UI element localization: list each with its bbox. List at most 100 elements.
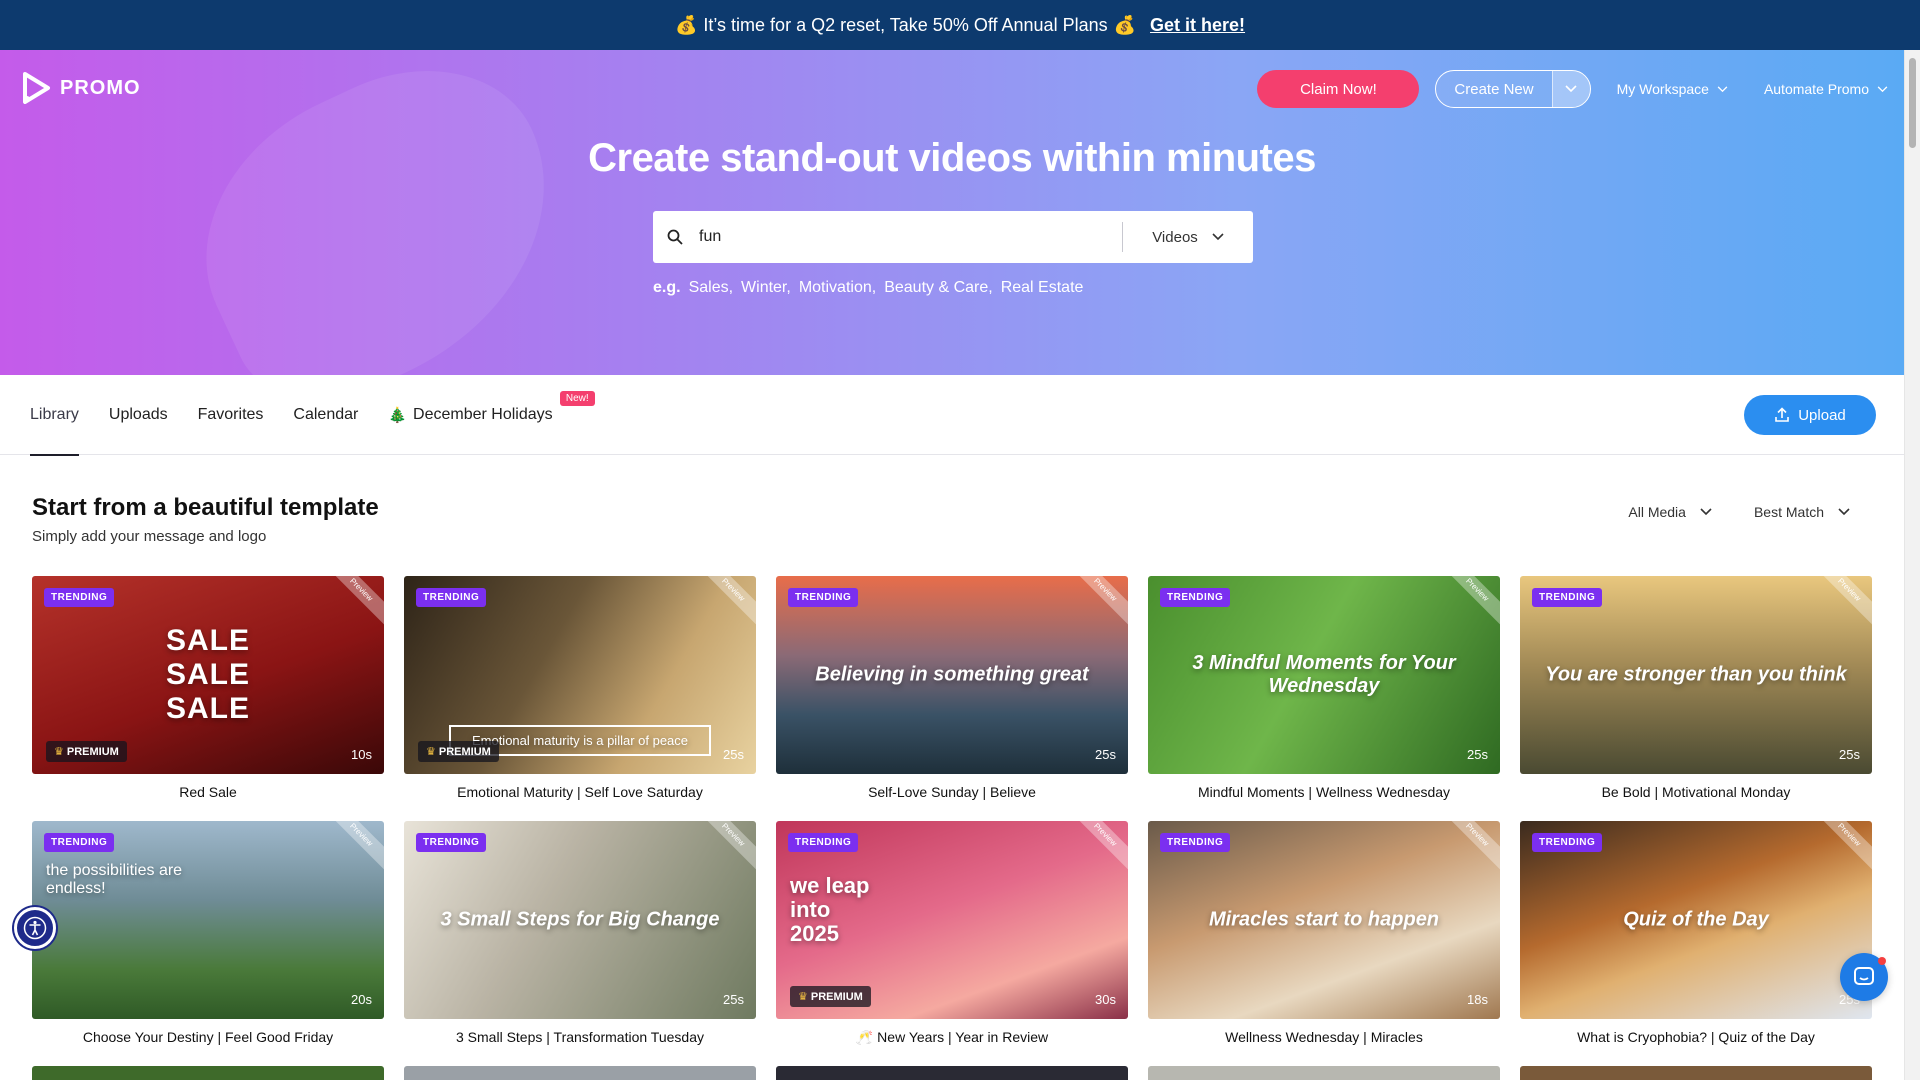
- example-link[interactable]: Beauty & Care,: [884, 279, 993, 297]
- next-row-peek: [32, 1066, 1872, 1080]
- tab-calendar[interactable]: Calendar: [293, 375, 358, 455]
- section-title: Start from a beautiful template: [32, 494, 379, 521]
- template-thumbnail[interactable]: TRENDING Preview the possibilities are e…: [32, 821, 384, 1019]
- preview-ribbon: Preview: [695, 576, 756, 628]
- template-title: Red Sale: [179, 784, 237, 800]
- template-card[interactable]: TRENDING Preview 3 Mindful Moments for Y…: [1148, 576, 1500, 821]
- my-workspace-menu[interactable]: My Workspace: [1607, 81, 1738, 97]
- example-link[interactable]: Motivation,: [799, 279, 876, 297]
- template-card[interactable]: TRENDING Preview the possibilities are e…: [32, 821, 384, 1066]
- template-thumbnail[interactable]: TRENDING Preview Believing in something …: [776, 576, 1128, 774]
- template-name[interactable]: Red Sale: [32, 784, 384, 800]
- preview-ribbon: Preview: [1439, 821, 1500, 873]
- template-name[interactable]: 🥂 New Years | Year in Review: [776, 1029, 1128, 1046]
- tab-favorites[interactable]: Favorites: [198, 375, 264, 455]
- template-card-peek[interactable]: [32, 1066, 384, 1080]
- preview-ribbon: Preview: [695, 821, 756, 873]
- template-card[interactable]: TRENDING Preview You are stronger than y…: [1520, 576, 1872, 821]
- trending-badge: TRENDING: [44, 833, 115, 852]
- tab-uploads[interactable]: Uploads: [109, 375, 168, 455]
- template-card-peek[interactable]: [1520, 1066, 1872, 1080]
- chat-button[interactable]: [1840, 953, 1888, 1001]
- trending-badge: TRENDING: [1532, 833, 1603, 852]
- trending-badge: TRENDING: [44, 588, 115, 607]
- thumbnail-overlay-text: 3 Small Steps for Big Change: [440, 908, 720, 931]
- template-card[interactable]: TRENDING Preview SALE SALE SALE ♛ PREMIUM…: [32, 576, 384, 821]
- template-name[interactable]: Self-Love Sunday | Believe: [776, 784, 1128, 800]
- template-thumbnail[interactable]: TRENDING Preview Miracles start to happe…: [1148, 821, 1500, 1019]
- crown-icon: ♛: [426, 746, 436, 758]
- search-bar: Videos: [653, 211, 1253, 263]
- scrollbar-thumb[interactable]: [1909, 58, 1916, 148]
- logo-text: PROMO: [60, 76, 141, 99]
- tab-label: Library: [30, 405, 79, 423]
- template-card[interactable]: TRENDING Preview Quiz of the Day 25s Wha…: [1520, 821, 1872, 1066]
- thumbnail-overlay-text: 3 Mindful Moments for Your Wednesday: [1192, 652, 1456, 697]
- template-card[interactable]: TRENDING Preview 3 Small Steps for Big C…: [404, 821, 756, 1066]
- template-name[interactable]: Wellness Wednesday | Miracles: [1148, 1029, 1500, 1045]
- example-link[interactable]: Sales,: [689, 279, 733, 297]
- example-link[interactable]: Real Estate: [1001, 279, 1084, 297]
- duration-label: 25s: [1467, 747, 1488, 762]
- template-thumbnail[interactable]: TRENDING Preview You are stronger than y…: [1520, 576, 1872, 774]
- tab-december-holidays[interactable]: 🎄 December Holidays New!: [388, 375, 595, 455]
- template-card[interactable]: TRENDING Preview we leap into 2025 ♛ PREM…: [776, 821, 1128, 1066]
- example-link[interactable]: Winter,: [741, 279, 791, 297]
- media-filter-dropdown[interactable]: All Media: [1628, 504, 1712, 520]
- template-name[interactable]: 3 Small Steps | Transformation Tuesday: [404, 1029, 756, 1045]
- template-card-peek[interactable]: [776, 1066, 1128, 1080]
- template-name[interactable]: Emotional Maturity | Self Love Saturday: [404, 784, 756, 800]
- examples-label: e.g.: [653, 279, 681, 296]
- thumbnail-overlay-text: Believing in something great: [815, 663, 1089, 686]
- template-name[interactable]: Mindful Moments | Wellness Wednesday: [1148, 784, 1500, 800]
- logo[interactable]: PROMO: [22, 72, 141, 104]
- template-title: What is Cryophobia? | Quiz of the Day: [1577, 1029, 1815, 1045]
- library-tabs: Library Uploads Favorites Calendar 🎄 Dec…: [0, 375, 1904, 456]
- trending-badge: TRENDING: [788, 833, 859, 852]
- thumbnail-overlay-text: You are stronger than you think: [1545, 663, 1847, 686]
- search-type-select[interactable]: Videos: [1123, 229, 1253, 246]
- media-filter-label: All Media: [1628, 504, 1686, 520]
- chevron-down-icon: [1700, 508, 1712, 516]
- automate-promo-menu[interactable]: Automate Promo: [1754, 81, 1898, 97]
- template-title: Mindful Moments | Wellness Wednesday: [1197, 784, 1451, 800]
- search-input[interactable]: [697, 228, 1122, 246]
- sort-dropdown[interactable]: Best Match: [1754, 504, 1850, 520]
- template-card[interactable]: TRENDING Preview Emotional maturity is a…: [404, 576, 756, 821]
- champagne-icon: 🥂: [855, 1029, 874, 1045]
- premium-label: PREMIUM: [66, 746, 119, 758]
- promo-message: It’s time for a Q2 reset, Take 50% Off A…: [703, 14, 1108, 35]
- template-name[interactable]: What is Cryophobia? | Quiz of the Day: [1520, 1029, 1872, 1045]
- template-card[interactable]: TRENDING Preview Believing in something …: [776, 576, 1128, 821]
- claim-now-button[interactable]: Claim Now!: [1257, 70, 1420, 108]
- chevron-down-icon: [1838, 508, 1850, 516]
- template-thumbnail[interactable]: TRENDING Preview 3 Mindful Moments for Y…: [1148, 576, 1500, 774]
- hero: PROMO Claim Now! Create New My Workspace…: [0, 50, 1904, 375]
- template-card[interactable]: TRENDING Preview Miracles start to happe…: [1148, 821, 1500, 1066]
- accessibility-button[interactable]: [14, 907, 56, 949]
- duration-label: 30s: [1095, 992, 1116, 1007]
- promo-cta-link[interactable]: Get it here!: [1150, 15, 1245, 36]
- template-thumbnail[interactable]: TRENDING Preview Emotional maturity is a…: [404, 576, 756, 774]
- template-thumbnail[interactable]: TRENDING Preview Quiz of the Day 25s: [1520, 821, 1872, 1019]
- page-scrollbar[interactable]: [1904, 50, 1920, 1080]
- template-name[interactable]: Choose Your Destiny | Feel Good Friday: [32, 1029, 384, 1045]
- tab-library[interactable]: Library: [30, 375, 79, 456]
- template-thumbnail[interactable]: TRENDING Preview SALE SALE SALE ♛ PREMIUM…: [32, 576, 384, 774]
- template-name[interactable]: Be Bold | Motivational Monday: [1520, 784, 1872, 800]
- thumbnail-overlay-text: we leap into 2025: [790, 873, 870, 947]
- premium-badge: ♛ PREMIUM: [46, 741, 127, 762]
- template-card-peek[interactable]: [404, 1066, 756, 1080]
- promo-banner: 💰 It’s time for a Q2 reset, Take 50% Off…: [0, 0, 1920, 50]
- template-thumbnail[interactable]: TRENDING Preview 3 Small Steps for Big C…: [404, 821, 756, 1019]
- create-new-button[interactable]: Create New: [1435, 70, 1591, 108]
- premium-badge: ♛ PREMIUM: [790, 986, 871, 1007]
- premium-label: PREMIUM: [810, 991, 863, 1003]
- chevron-down-icon[interactable]: [1551, 71, 1590, 107]
- section-subtitle: Simply add your message and logo: [32, 528, 267, 545]
- template-card-peek[interactable]: [1148, 1066, 1500, 1080]
- upload-button[interactable]: Upload: [1744, 395, 1876, 435]
- template-thumbnail[interactable]: TRENDING Preview we leap into 2025 ♛ PREM…: [776, 821, 1128, 1019]
- duration-label: 25s: [1095, 747, 1116, 762]
- sort-label: Best Match: [1753, 504, 1824, 520]
